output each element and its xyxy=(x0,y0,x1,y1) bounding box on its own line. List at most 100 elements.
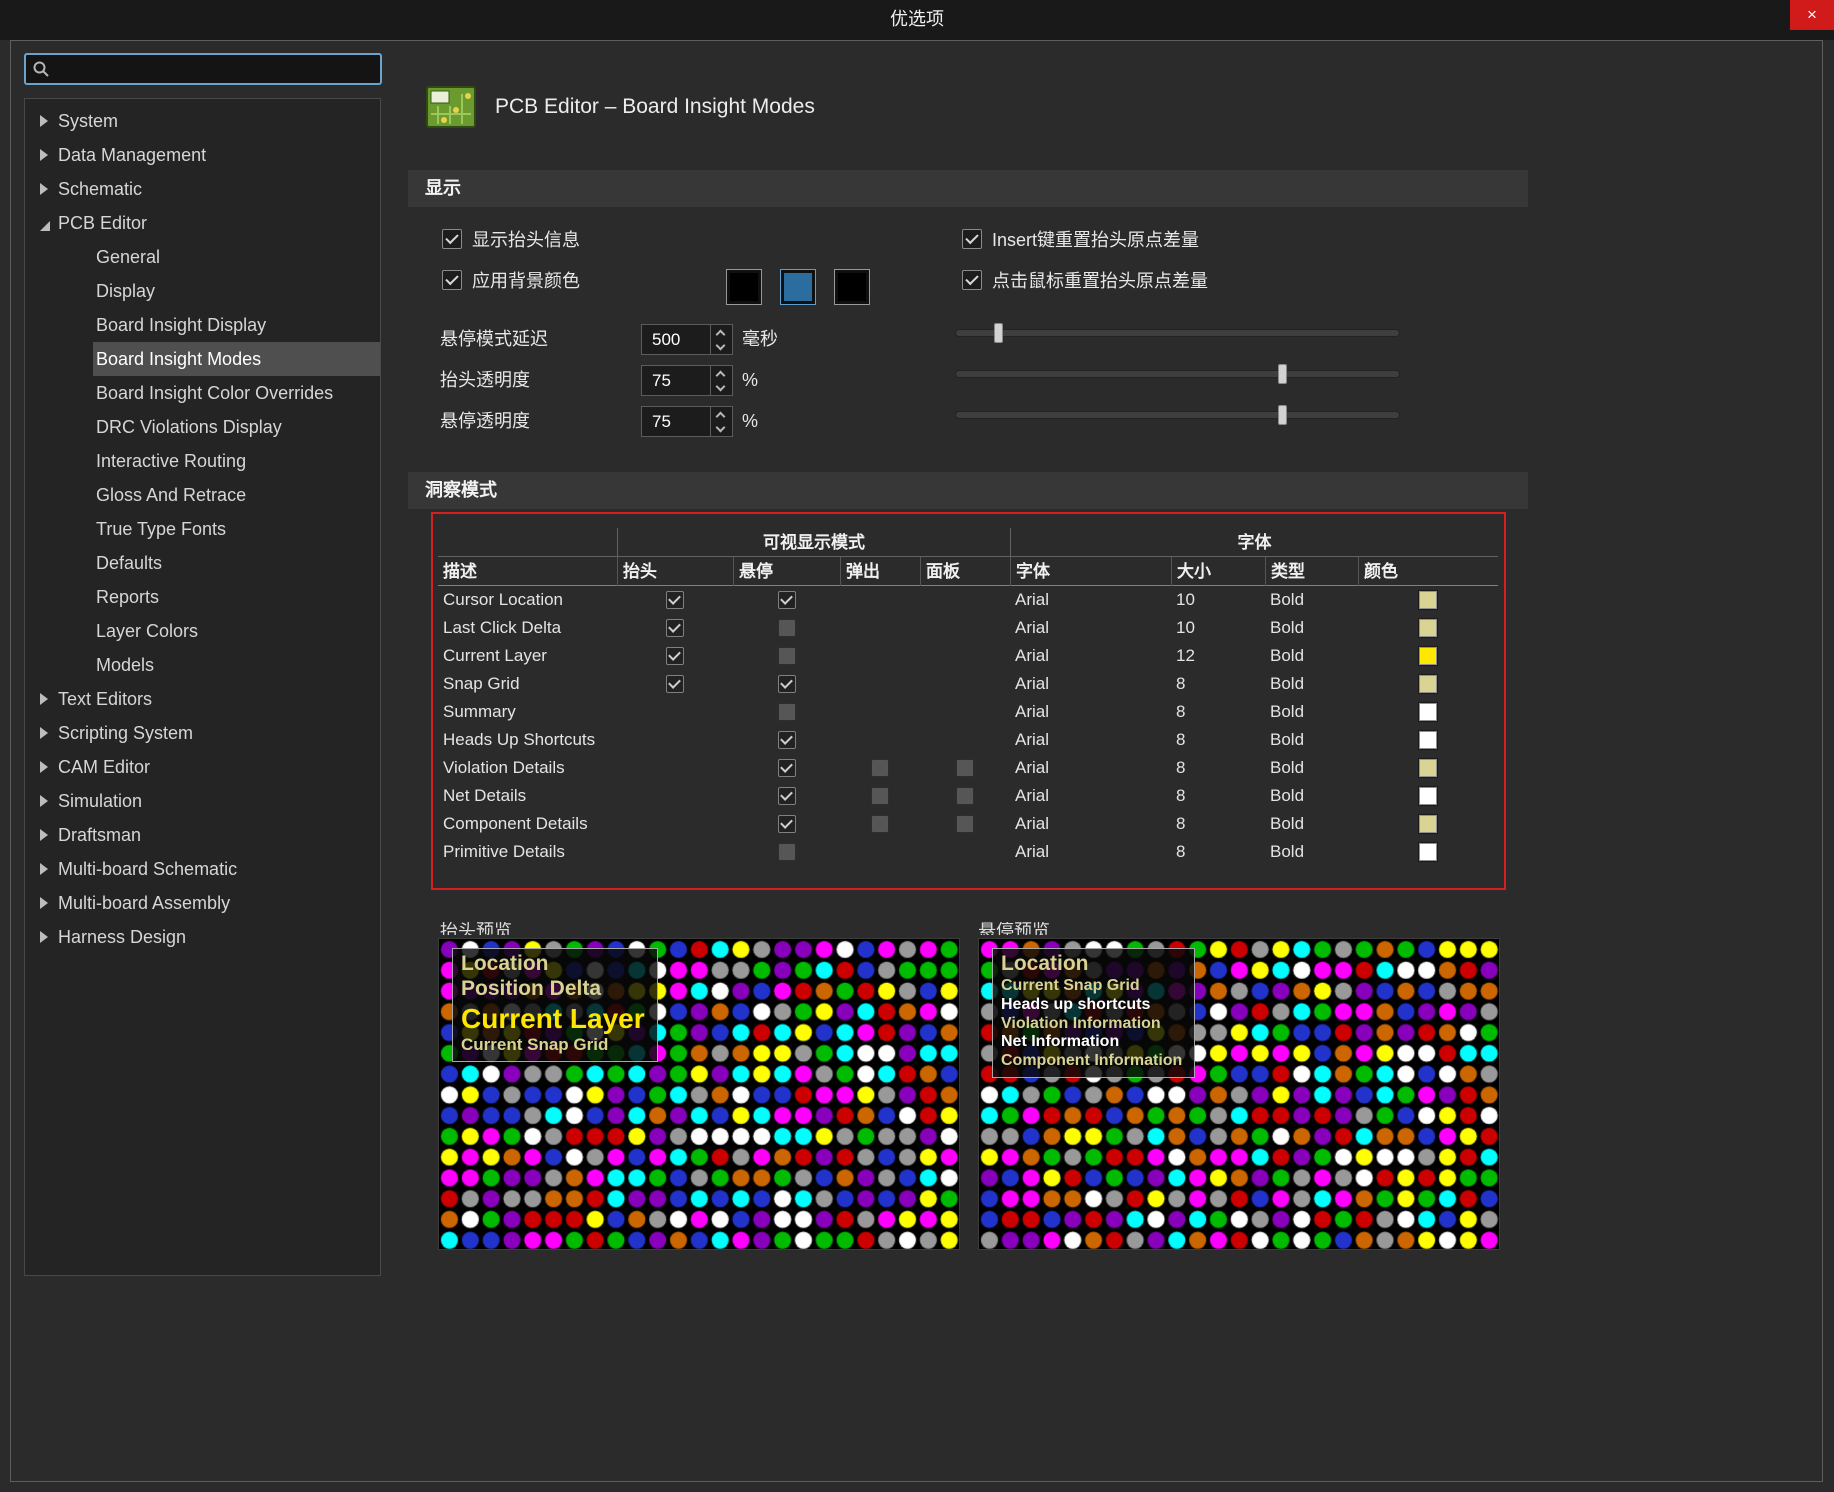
hover-opacity-spinner[interactable]: 75 xyxy=(641,406,733,437)
headsup-opacity-spinner[interactable]: 75 xyxy=(641,365,733,396)
slider-thumb[interactable] xyxy=(994,323,1003,343)
spin-down-button[interactable] xyxy=(711,381,732,396)
sidebar-item-label: Schematic xyxy=(58,179,142,199)
font-color-swatch[interactable] xyxy=(1419,675,1437,693)
insight-table-row: Net DetailsArial8Bold xyxy=(438,782,1498,810)
close-button[interactable]: × xyxy=(1790,0,1834,30)
search-box[interactable] xyxy=(24,53,382,85)
popup-checkbox[interactable] xyxy=(871,815,889,833)
slider-thumb[interactable] xyxy=(1278,405,1287,425)
sidebar-item-system[interactable]: System xyxy=(25,104,380,138)
font-color-swatch[interactable] xyxy=(1419,731,1437,749)
sidebar-item-schematic[interactable]: Schematic xyxy=(25,172,380,206)
slider-thumb[interactable] xyxy=(1278,364,1287,384)
sidebar-item-pcb-editor[interactable]: PCB Editor xyxy=(25,206,380,240)
collapse-chevron-icon[interactable] xyxy=(40,221,50,231)
sidebar-item-simulation[interactable]: Simulation xyxy=(25,784,380,818)
hover-checkbox[interactable] xyxy=(778,787,796,805)
popup-checkbox[interactable] xyxy=(871,759,889,777)
expand-chevron-icon[interactable] xyxy=(40,795,48,807)
hover-checkbox[interactable] xyxy=(778,591,796,609)
hover-checkbox[interactable] xyxy=(778,675,796,693)
hover-checkbox[interactable] xyxy=(778,815,796,833)
spin-down-button[interactable] xyxy=(711,422,732,437)
hover-checkbox[interactable] xyxy=(778,759,796,777)
sidebar-item-label: Board Insight Display xyxy=(96,315,266,335)
hover-opacity-slider[interactable] xyxy=(955,405,1400,425)
sidebar-item-display[interactable]: Display xyxy=(93,274,380,308)
hover-delay-slider[interactable] xyxy=(955,323,1400,343)
sidebar-item-layer-colors[interactable]: Layer Colors xyxy=(93,614,380,648)
headsup-opacity-value[interactable]: 75 xyxy=(642,366,710,395)
expand-chevron-icon[interactable] xyxy=(40,727,48,739)
sidebar-item-board-insight-modes[interactable]: Board Insight Modes xyxy=(93,342,380,376)
background-color-swatch[interactable] xyxy=(834,269,870,305)
hover-delay-value[interactable]: 500 xyxy=(642,325,710,354)
expand-chevron-icon[interactable] xyxy=(40,693,48,705)
spin-down-button[interactable] xyxy=(711,340,732,355)
background-color-swatch[interactable] xyxy=(726,269,762,305)
hover-delay-spinner[interactable]: 500 xyxy=(641,324,733,355)
headsup-checkbox[interactable] xyxy=(666,619,684,637)
sidebar-item-scripting-system[interactable]: Scripting System xyxy=(25,716,380,750)
font-color-swatch[interactable] xyxy=(1419,759,1437,777)
sidebar-item-drc-violations-display[interactable]: DRC Violations Display xyxy=(93,410,380,444)
expand-chevron-icon[interactable] xyxy=(40,863,48,875)
expand-chevron-icon[interactable] xyxy=(40,183,48,195)
sidebar-item-board-insight-color-overrides[interactable]: Board Insight Color Overrides xyxy=(93,376,380,410)
hover-checkbox[interactable] xyxy=(778,619,796,637)
sidebar-item-harness-design[interactable]: Harness Design xyxy=(25,920,380,954)
expand-chevron-icon[interactable] xyxy=(40,115,48,127)
hover-checkbox[interactable] xyxy=(778,731,796,749)
sidebar-item-models[interactable]: Models xyxy=(93,648,380,682)
sidebar-item-general[interactable]: General xyxy=(93,240,380,274)
background-color-swatch[interactable] xyxy=(780,269,816,305)
font-color-swatch[interactable] xyxy=(1419,703,1437,721)
sidebar-item-defaults[interactable]: Defaults xyxy=(93,546,380,580)
mouse-reset-origin-checkbox[interactable] xyxy=(962,270,982,290)
spin-up-button[interactable] xyxy=(711,407,732,422)
sidebar-item-data-management[interactable]: Data Management xyxy=(25,138,380,172)
hover-checkbox[interactable] xyxy=(778,703,796,721)
font-color-swatch[interactable] xyxy=(1419,843,1437,861)
headsup-opacity-slider[interactable] xyxy=(955,364,1400,384)
headsup-checkbox[interactable] xyxy=(666,647,684,665)
search-input[interactable] xyxy=(56,60,374,78)
panel-checkbox[interactable] xyxy=(956,787,974,805)
headsup-checkbox[interactable] xyxy=(666,591,684,609)
expand-chevron-icon[interactable] xyxy=(40,761,48,773)
sidebar-item-multi-board-schematic[interactable]: Multi-board Schematic xyxy=(25,852,380,886)
popup-checkbox[interactable] xyxy=(871,787,889,805)
hover-opacity-label: 悬停透明度 xyxy=(440,406,530,437)
font-color-swatch[interactable] xyxy=(1419,815,1437,833)
sidebar-item-true-type-fonts[interactable]: True Type Fonts xyxy=(93,512,380,546)
sidebar-item-multi-board-assembly[interactable]: Multi-board Assembly xyxy=(25,886,380,920)
expand-chevron-icon[interactable] xyxy=(40,931,48,943)
font-color-swatch[interactable] xyxy=(1419,787,1437,805)
sidebar-item-board-insight-display[interactable]: Board Insight Display xyxy=(93,308,380,342)
show-headsup-checkbox[interactable] xyxy=(442,229,462,249)
apply-background-color-checkbox[interactable] xyxy=(442,270,462,290)
insert-reset-origin-checkbox[interactable] xyxy=(962,229,982,249)
spin-up-button[interactable] xyxy=(711,325,732,340)
font-color-swatch[interactable] xyxy=(1419,647,1437,665)
panel-checkbox[interactable] xyxy=(956,759,974,777)
panel-checkbox[interactable] xyxy=(956,815,974,833)
hover-checkbox[interactable] xyxy=(778,647,796,665)
font-color-swatch[interactable] xyxy=(1419,619,1437,637)
hover-opacity-value[interactable]: 75 xyxy=(642,407,710,436)
sidebar-item-interactive-routing[interactable]: Interactive Routing xyxy=(93,444,380,478)
sidebar-item-cam-editor[interactable]: CAM Editor xyxy=(25,750,380,784)
expand-chevron-icon[interactable] xyxy=(40,149,48,161)
expand-chevron-icon[interactable] xyxy=(40,897,48,909)
expand-chevron-icon[interactable] xyxy=(40,829,48,841)
font-color-swatch[interactable] xyxy=(1419,591,1437,609)
sidebar-item-gloss-and-retrace[interactable]: Gloss And Retrace xyxy=(93,478,380,512)
sidebar-item-draftsman[interactable]: Draftsman xyxy=(25,818,380,852)
spin-up-button[interactable] xyxy=(711,366,732,381)
sidebar-item-reports[interactable]: Reports xyxy=(93,580,380,614)
headsup-checkbox[interactable] xyxy=(666,675,684,693)
row-style: Bold xyxy=(1265,670,1358,698)
hover-checkbox[interactable] xyxy=(778,843,796,861)
sidebar-item-text-editors[interactable]: Text Editors xyxy=(25,682,380,716)
